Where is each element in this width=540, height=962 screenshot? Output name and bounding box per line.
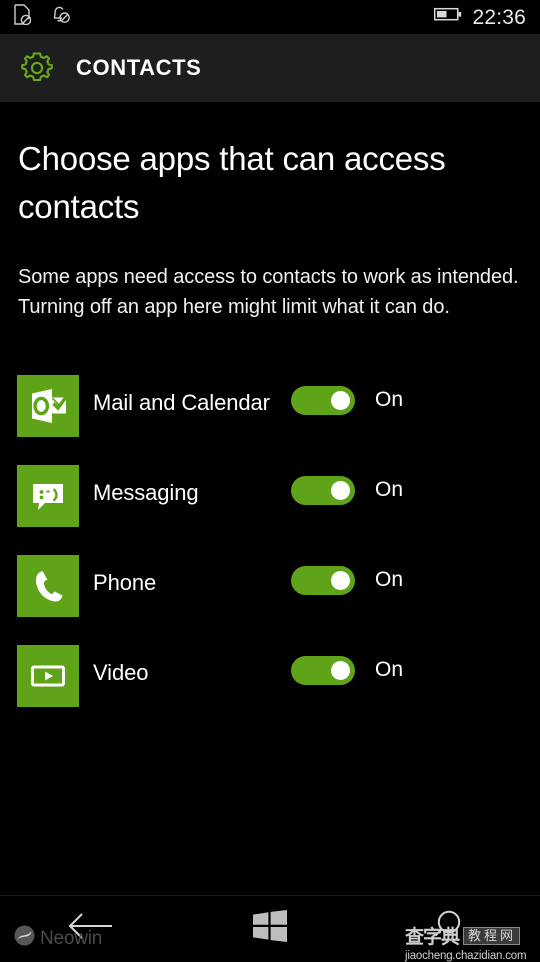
app-name-label: Video — [93, 660, 149, 685]
windows-start-icon — [253, 909, 287, 947]
chazidian-watermark-row: 查字典 教程网 — [405, 922, 533, 949]
chazidian-watermark: 查字典 教程网 jiaocheng.chazidian.com — [405, 922, 533, 962]
status-bar-right: 22:36 — [434, 0, 526, 34]
no-sim-icon — [14, 4, 32, 30]
settings-gear-icon — [17, 48, 57, 88]
start-button[interactable] — [180, 896, 360, 960]
status-bar: 22:36 — [0, 0, 540, 34]
notifications-off-icon — [51, 4, 70, 30]
neowin-watermark: Neowin — [14, 925, 102, 952]
toggle-knob — [331, 481, 350, 500]
app-name-label: Mail and Calendar — [93, 390, 270, 415]
page-title: Choose apps that can access contacts — [18, 140, 446, 225]
page-description: Some apps need access to contacts to wor… — [18, 266, 519, 318]
app-permission-list: Mail and Calendar On Messaging On Phone … — [0, 375, 540, 735]
status-bar-left-icons — [14, 0, 70, 34]
toggle-state-label: On — [375, 478, 404, 501]
toggle-state-label: On — [375, 568, 404, 591]
chazidian-watermark-main: 查字典 — [405, 927, 460, 948]
phone-handset-icon — [17, 555, 79, 617]
app-name-label: Phone — [93, 570, 157, 595]
main-content: Choose apps that can access contacts Som… — [0, 102, 540, 895]
page-header: CONTACTS — [0, 34, 540, 102]
app-permission-toggle[interactable] — [291, 656, 355, 685]
app-name-label: Messaging — [93, 480, 199, 505]
app-permission-toggle[interactable] — [291, 566, 355, 595]
app-row-mail-and-calendar[interactable]: Mail and Calendar On — [0, 375, 540, 465]
chazidian-watermark-box: 教程网 — [463, 926, 521, 945]
messaging-speech-bubble-icon — [17, 465, 79, 527]
toggle-knob — [331, 661, 350, 680]
outlook-mail-calendar-icon — [17, 375, 79, 437]
page-title-header: CONTACTS — [76, 55, 202, 80]
toggle-knob — [331, 391, 350, 410]
app-permission-toggle[interactable] — [291, 476, 355, 505]
battery-icon — [434, 7, 462, 27]
app-row-messaging[interactable]: Messaging On — [0, 465, 540, 555]
toggle-state-label: On — [375, 658, 404, 681]
app-permission-toggle[interactable] — [291, 386, 355, 415]
chazidian-watermark-url: jiaocheng.chazidian.com — [405, 950, 527, 962]
neowin-logo-icon — [14, 925, 35, 952]
app-row-video[interactable]: Video On — [0, 645, 540, 735]
neowin-watermark-label: Neowin — [40, 927, 103, 949]
video-play-icon — [17, 645, 79, 707]
toggle-state-label: On — [375, 388, 404, 411]
toggle-knob — [331, 571, 350, 590]
status-bar-clock: 22:36 — [472, 5, 526, 29]
app-row-phone[interactable]: Phone On — [0, 555, 540, 645]
